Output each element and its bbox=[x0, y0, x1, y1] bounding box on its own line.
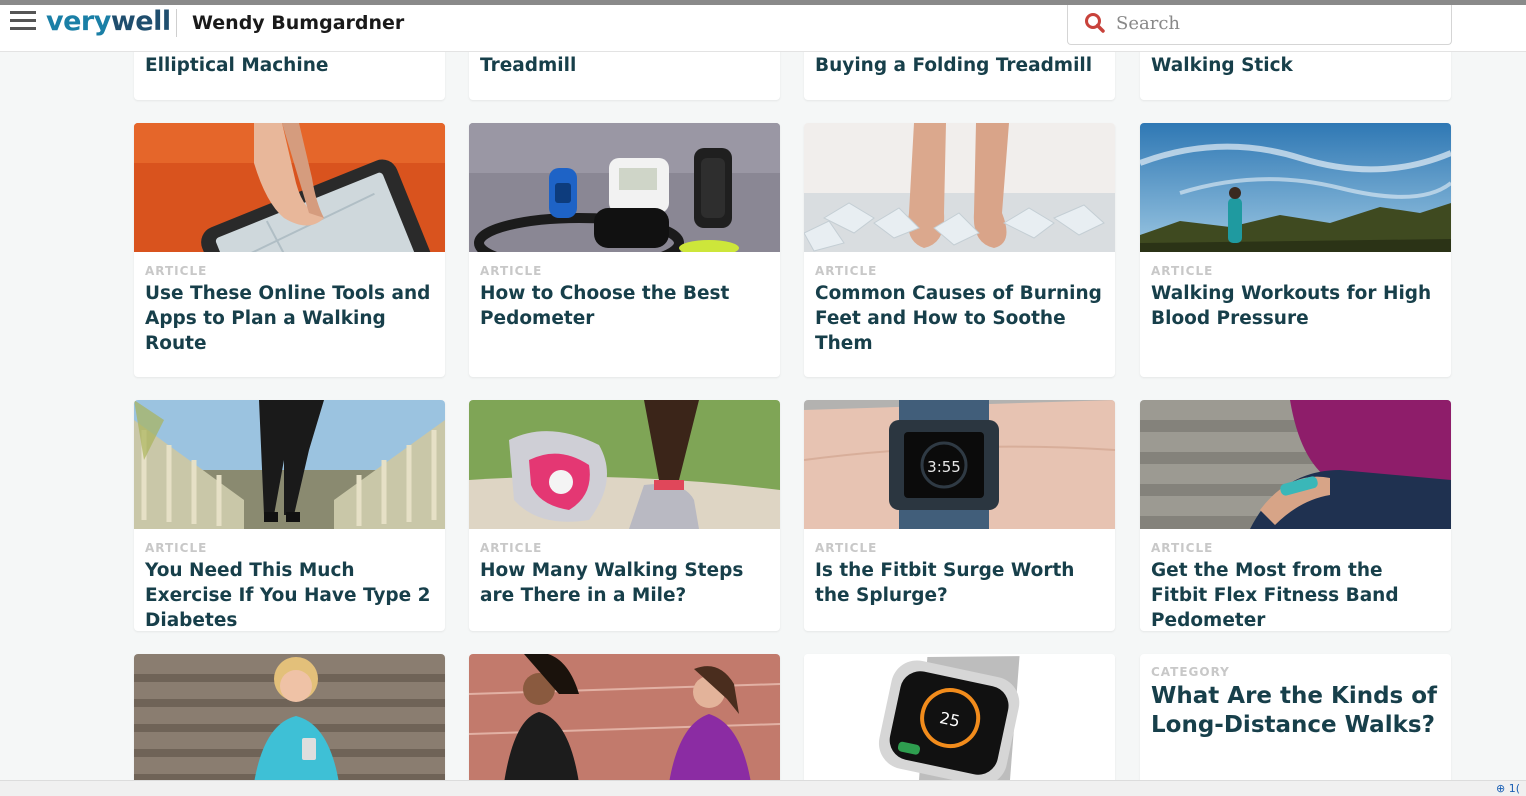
content-type-label: ARTICLE bbox=[480, 541, 543, 555]
author-name: Wendy Bumgardner bbox=[192, 12, 405, 34]
card-title[interactable]: Use These Online Tools and Apps to Plan … bbox=[145, 281, 435, 356]
zoom-indicator[interactable]: ⊕ 1( bbox=[1496, 782, 1520, 795]
article-image[interactable] bbox=[134, 400, 445, 529]
card-title[interactable]: Get the Most from the Fitbit Flex Fitnes… bbox=[1151, 558, 1441, 631]
content-type-label: ARTICLE bbox=[145, 541, 208, 555]
logo-very: very bbox=[46, 6, 111, 37]
content-type-label: ARTICLE bbox=[480, 264, 543, 278]
content-type-label: CATEGORY bbox=[1151, 665, 1230, 679]
article-image[interactable]: 3:55 bbox=[804, 400, 1115, 529]
article-card-bottom-2[interactable] bbox=[469, 654, 780, 784]
content-type-label: ARTICLE bbox=[1151, 264, 1214, 278]
article-image[interactable] bbox=[134, 654, 445, 783]
content-type-label: ARTICLE bbox=[1151, 541, 1214, 555]
article-card-fitbit-surge[interactable]: 3:55 ARTICLE Is the Fitbit Surge Worth t… bbox=[804, 400, 1115, 631]
search-box[interactable] bbox=[1067, 5, 1452, 45]
article-card-type2-diabetes[interactable]: ARTICLE You Need This Much Exercise If Y… bbox=[134, 400, 445, 631]
content-type-label: ARTICLE bbox=[815, 264, 878, 278]
article-image[interactable] bbox=[469, 654, 780, 783]
article-image[interactable] bbox=[469, 123, 780, 252]
article-image[interactable] bbox=[1140, 400, 1451, 529]
card-title[interactable]: Buying a Folding Treadmill bbox=[815, 53, 1105, 78]
search-icon bbox=[1085, 13, 1105, 33]
card-title[interactable]: What Are the Kinds of Long-Distance Walk… bbox=[1151, 682, 1441, 740]
article-image[interactable] bbox=[804, 123, 1115, 252]
card-title[interactable]: Is the Fitbit Surge Worth the Splurge? bbox=[815, 558, 1105, 608]
site-logo[interactable]: verywell bbox=[46, 6, 171, 37]
menu-icon[interactable] bbox=[10, 11, 36, 31]
card-title[interactable]: How Many Walking Steps are There in a Mi… bbox=[480, 558, 770, 608]
browser-status-bar: ⊕ 1( bbox=[0, 780, 1526, 796]
card-title[interactable]: Treadmill bbox=[480, 53, 770, 78]
card-title[interactable]: Common Causes of Burning Feet and How to… bbox=[815, 281, 1105, 356]
article-image[interactable] bbox=[134, 123, 445, 252]
article-card-walking-route[interactable]: ARTICLE Use These Online Tools and Apps … bbox=[134, 123, 445, 377]
watch-time-text: 3:55 bbox=[927, 458, 961, 476]
article-image[interactable]: 25 bbox=[804, 654, 1115, 783]
article-image[interactable] bbox=[469, 400, 780, 529]
header-divider bbox=[176, 9, 177, 37]
article-image[interactable] bbox=[1140, 123, 1451, 252]
category-card-long-distance[interactable]: CATEGORY What Are the Kinds of Long-Dist… bbox=[1140, 654, 1451, 784]
article-card-burning-feet[interactable]: ARTICLE Common Causes of Burning Feet an… bbox=[804, 123, 1115, 377]
search-input[interactable] bbox=[1116, 10, 1436, 36]
card-title[interactable]: Walking Workouts for High Blood Pressure bbox=[1151, 281, 1441, 331]
card-title[interactable]: You Need This Much Exercise If You Have … bbox=[145, 558, 435, 631]
article-card-bottom-1[interactable] bbox=[134, 654, 445, 784]
content-type-label: ARTICLE bbox=[815, 541, 878, 555]
card-title[interactable]: Walking Stick bbox=[1151, 53, 1441, 78]
card-title[interactable]: How to Choose the Best Pedometer bbox=[480, 281, 770, 331]
card-title[interactable]: Elliptical Machine bbox=[145, 53, 435, 78]
top-header: verywell Wendy Bumgardner bbox=[0, 0, 1526, 52]
article-card-high-blood-pressure[interactable]: ARTICLE Walking Workouts for High Blood … bbox=[1140, 123, 1451, 377]
logo-well: well bbox=[110, 6, 171, 37]
article-card-steps-mile[interactable]: ARTICLE How Many Walking Steps are There… bbox=[469, 400, 780, 631]
article-card-bottom-3[interactable]: 25 bbox=[804, 654, 1115, 784]
content-type-label: ARTICLE bbox=[145, 264, 208, 278]
article-card-pedometer[interactable]: ARTICLE How to Choose the Best Pedometer bbox=[469, 123, 780, 377]
article-card-fitbit-flex[interactable]: ARTICLE Get the Most from the Fitbit Fle… bbox=[1140, 400, 1451, 631]
